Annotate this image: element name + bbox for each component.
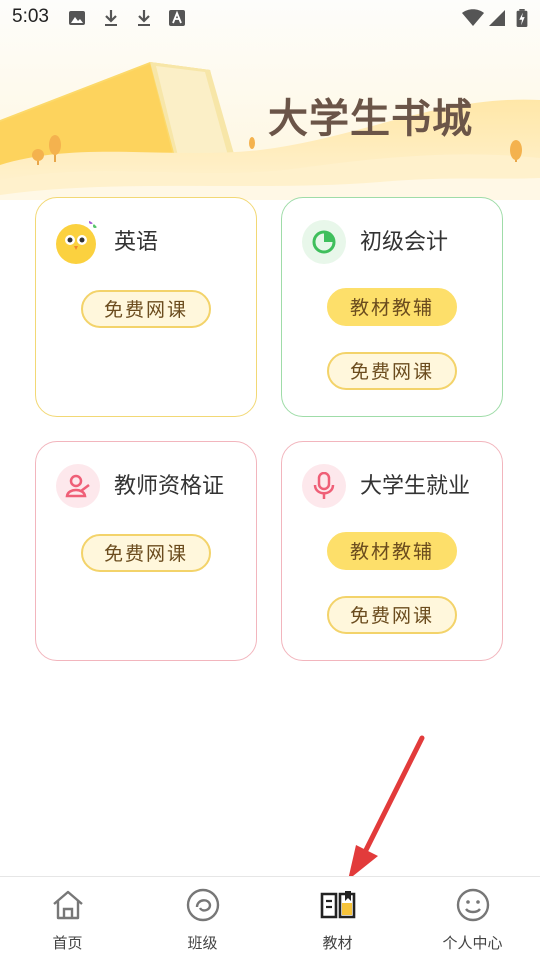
- nav-item-home[interactable]: 首页: [0, 877, 135, 961]
- status-bar: 5:03: [0, 0, 540, 36]
- teacher-icon-bg: [56, 464, 100, 508]
- image-icon: [69, 11, 85, 25]
- nav-item-class[interactable]: 班级: [135, 877, 270, 961]
- course-card-english[interactable]: 英语 免费网课: [35, 197, 257, 417]
- home-icon: [53, 890, 83, 920]
- textbook-button[interactable]: 教材教辅: [327, 288, 457, 326]
- smiley-icon: [456, 888, 490, 922]
- nav-label: 个人中心: [442, 934, 503, 952]
- course-card-employment[interactable]: 大学生就业 教材教辅 免费网课: [281, 441, 503, 661]
- download-icon: [138, 10, 150, 26]
- free-course-button[interactable]: 免费网课: [81, 290, 211, 328]
- free-course-button[interactable]: 免费网课: [327, 596, 457, 634]
- textbook-button[interactable]: 教材教辅: [327, 532, 457, 570]
- card-title: 初级会计: [360, 230, 449, 255]
- page-title: 大学生书城: [268, 95, 473, 142]
- chart-icon-bg: [302, 220, 346, 264]
- nav-label: 教材: [322, 934, 353, 952]
- status-time: 5:03: [12, 6, 49, 27]
- signal-icon: [489, 10, 505, 26]
- font-app-icon: [169, 10, 185, 26]
- bottom-navigation: 首页 班级 教材 个人中心: [0, 876, 540, 961]
- microphone-icon: [313, 472, 335, 499]
- card-title: 英语: [114, 230, 159, 255]
- wifi-icon: [462, 9, 484, 26]
- free-course-button[interactable]: 免费网课: [327, 352, 457, 390]
- course-card-accounting[interactable]: 初级会计 教材教辅 免费网课: [281, 197, 503, 417]
- nav-label: 首页: [52, 934, 83, 952]
- nav-label: 班级: [187, 934, 218, 952]
- card-title: 教师资格证: [114, 474, 225, 499]
- class-icon: [186, 888, 220, 922]
- book-icon: [320, 891, 356, 919]
- nav-item-textbook[interactable]: 教材: [270, 877, 405, 961]
- teacher-icon: [65, 474, 90, 498]
- course-card-teacher[interactable]: 教师资格证 免费网课: [35, 441, 257, 661]
- nav-item-profile[interactable]: 个人中心: [405, 877, 540, 961]
- free-course-button[interactable]: 免费网课: [81, 534, 211, 572]
- download-icon: [105, 10, 117, 26]
- battery-icon: [516, 9, 528, 27]
- chick-icon: [56, 220, 97, 264]
- mic-icon-bg: [302, 464, 346, 508]
- pie-chart-icon: [312, 230, 336, 254]
- card-title: 大学生就业: [360, 474, 471, 499]
